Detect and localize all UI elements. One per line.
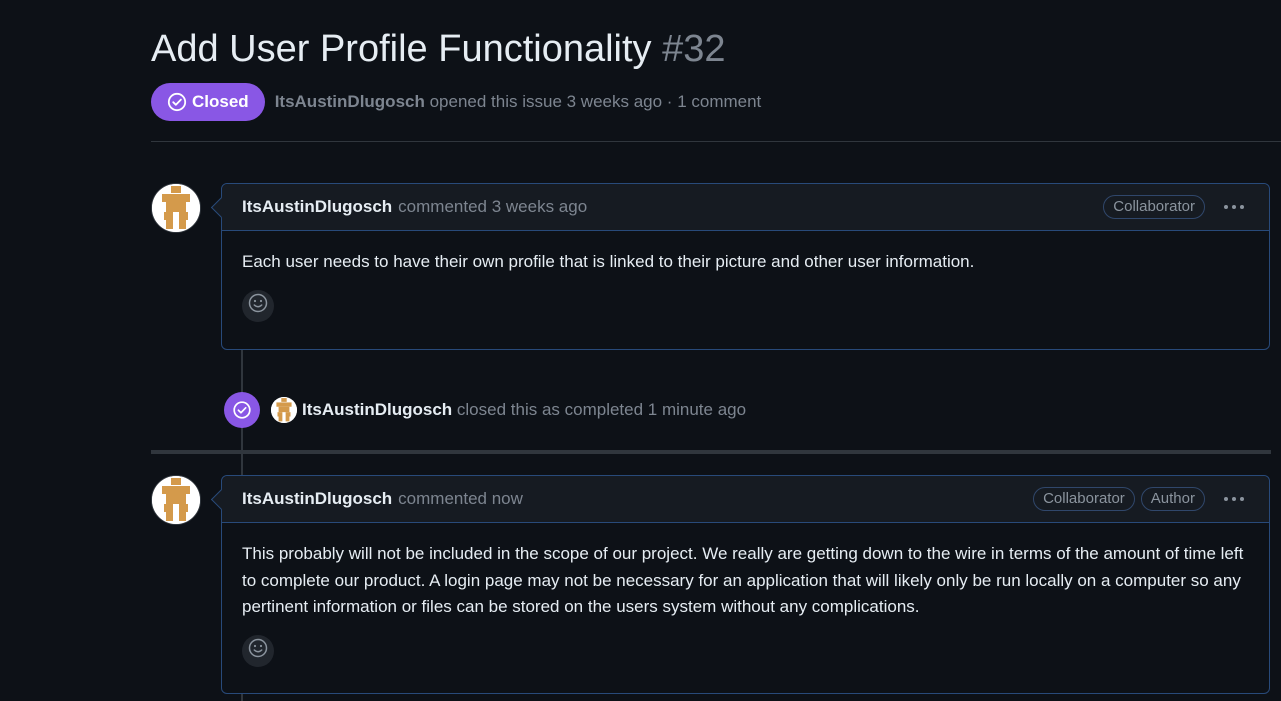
event-avatar[interactable]: [271, 397, 297, 423]
add-reaction-button[interactable]: [242, 634, 274, 667]
event-author-link[interactable]: ItsAustinDlugosch: [302, 400, 452, 419]
timeline-connector: [241, 694, 243, 701]
comment-actions: Collaborator: [1103, 195, 1249, 219]
event-text: ItsAustinDlugosch closed this as complet…: [302, 400, 746, 420]
comment-author-link[interactable]: ItsAustinDlugosch: [242, 489, 392, 509]
closed-state-badge: Closed: [151, 83, 265, 121]
comment-header: ItsAustinDlugosch commented 3 weeks ago …: [222, 184, 1269, 231]
collaborator-label: Collaborator: [1033, 487, 1135, 511]
closed-event: ItsAustinDlugosch closed this as complet…: [224, 392, 746, 428]
comment-author-link[interactable]: ItsAustinDlugosch: [242, 197, 392, 217]
comment-body: Each user needs to have their own profil…: [242, 252, 975, 271]
comment-timestamp[interactable]: commented now: [398, 489, 523, 509]
author-label: Author: [1140, 487, 1205, 511]
timeline-connector: [241, 454, 243, 476]
smiley-icon: [248, 293, 268, 318]
kebab-horizontal-icon[interactable]: [1219, 196, 1249, 218]
state-label: Closed: [192, 92, 249, 111]
issue-meta-text: ItsAustinDlugosch opened this issue 3 we…: [275, 92, 762, 112]
comment-body: This probably will not be included in th…: [242, 544, 1244, 616]
event-description: closed this as completed 1 minute ago: [456, 400, 747, 419]
check-circle-icon: [167, 92, 187, 112]
comment-header: ItsAustinDlugosch commented now Collabor…: [222, 476, 1269, 523]
issue-meta: Closed ItsAustinDlugosch opened this iss…: [151, 83, 761, 121]
comment-timestamp[interactable]: commented 3 weeks ago: [398, 197, 587, 217]
smiley-icon: [248, 638, 268, 663]
avatar[interactable]: [151, 183, 201, 233]
comment-card: ItsAustinDlugosch commented now Collabor…: [221, 475, 1270, 694]
issue-title-text: Add User Profile Functionality: [151, 28, 652, 70]
collaborator-label: Collaborator: [1103, 195, 1205, 219]
issue-page: Add User Profile Functionality #32 Close…: [0, 0, 1281, 701]
avatar[interactable]: [151, 475, 201, 525]
issue-number: #32: [662, 28, 726, 70]
comment-actions: Collaborator Author: [1033, 487, 1249, 511]
issue-author-link[interactable]: ItsAustinDlugosch: [275, 92, 425, 111]
add-reaction-button[interactable]: [242, 289, 274, 322]
issue-opened-text: opened this issue 3 weeks ago · 1 commen…: [429, 92, 762, 111]
issue-title: Add User Profile Functionality #32: [151, 26, 726, 72]
timeline-divider: [151, 450, 1271, 454]
header-divider: [151, 141, 1281, 142]
comment-card: ItsAustinDlugosch commented 3 weeks ago …: [221, 183, 1270, 350]
check-circle-icon: [224, 392, 260, 428]
kebab-horizontal-icon[interactable]: [1219, 488, 1249, 510]
